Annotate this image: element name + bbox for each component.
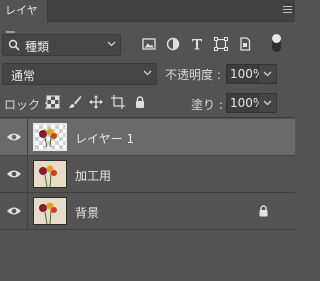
layer-lock-icon[interactable] (258, 205, 269, 217)
layer-row[interactable]: レイヤー 1 (0, 119, 295, 156)
panel-menu-icon[interactable] (283, 6, 292, 14)
layer-thumbnail (33, 123, 67, 151)
adjustment-filter-icon[interactable] (165, 36, 181, 52)
layers-list: レイヤー 1 加工用 背景 (0, 117, 295, 281)
smart-object-filter-icon[interactable] (237, 36, 253, 52)
opacity-label: 不透明度 : (165, 68, 221, 82)
eye-icon (7, 133, 21, 141)
layer-thumbnail (33, 197, 67, 225)
layer-row[interactable]: 背景 (0, 193, 295, 230)
search-icon (8, 39, 20, 51)
opacity-input[interactable]: 100% (226, 64, 264, 84)
fill-input[interactable]: 100% (226, 93, 264, 113)
toggle-knob (272, 34, 281, 43)
panel-tab-bar: レイヤー (0, 0, 295, 39)
layer-visibility-toggle[interactable] (0, 193, 28, 229)
layer-row[interactable]: 加工用 (0, 156, 295, 193)
opacity-dropdown-button[interactable] (259, 64, 277, 84)
layer-name: レイヤー 1 (75, 132, 135, 146)
lock-image-pixels-icon[interactable] (68, 95, 82, 109)
layer-visibility-toggle[interactable] (0, 156, 28, 192)
layer-name: 加工用 (75, 169, 112, 183)
fill-dropdown-button[interactable] (259, 93, 277, 113)
lock-all-icon[interactable] (133, 95, 147, 109)
lock-transparent-pixels-icon[interactable] (46, 95, 60, 109)
eye-icon (7, 207, 21, 215)
chevron-down-icon (263, 71, 272, 77)
lock-position-icon[interactable] (89, 95, 103, 109)
tab-layers[interactable]: レイヤー (0, 0, 48, 39)
layer-visibility-toggle[interactable] (0, 119, 28, 155)
blend-mode-select[interactable]: 通常 (2, 63, 157, 85)
chevron-down-icon (107, 41, 116, 47)
type-filter-icon[interactable] (189, 36, 205, 52)
layer-filter-kind-select[interactable]: 種類 (2, 34, 121, 56)
flower-thumbnail-image (39, 202, 57, 224)
layer-name: 背景 (75, 206, 100, 220)
filter-toggle-switch[interactable] (272, 34, 281, 52)
chevron-down-icon (143, 70, 152, 76)
shape-filter-icon[interactable] (213, 36, 229, 52)
layer-thumbnail (33, 160, 67, 188)
image-filter-icon[interactable] (141, 36, 157, 52)
layers-panel: レイヤー 種類 通常 不透明度: 100% ロック: 塗り: 100% レ… (0, 0, 295, 281)
flower-thumbnail-image (39, 165, 57, 187)
eye-icon (7, 170, 21, 178)
blend-mode-label: 通常 (11, 69, 36, 83)
fill-label: 塗り : (191, 98, 223, 112)
lock-label: ロック : (4, 98, 48, 112)
filter-kind-label: 種類 (25, 40, 50, 54)
lock-artboard-icon[interactable] (111, 95, 125, 109)
chevron-down-icon (263, 100, 272, 106)
flower-thumbnail-image (39, 128, 57, 148)
